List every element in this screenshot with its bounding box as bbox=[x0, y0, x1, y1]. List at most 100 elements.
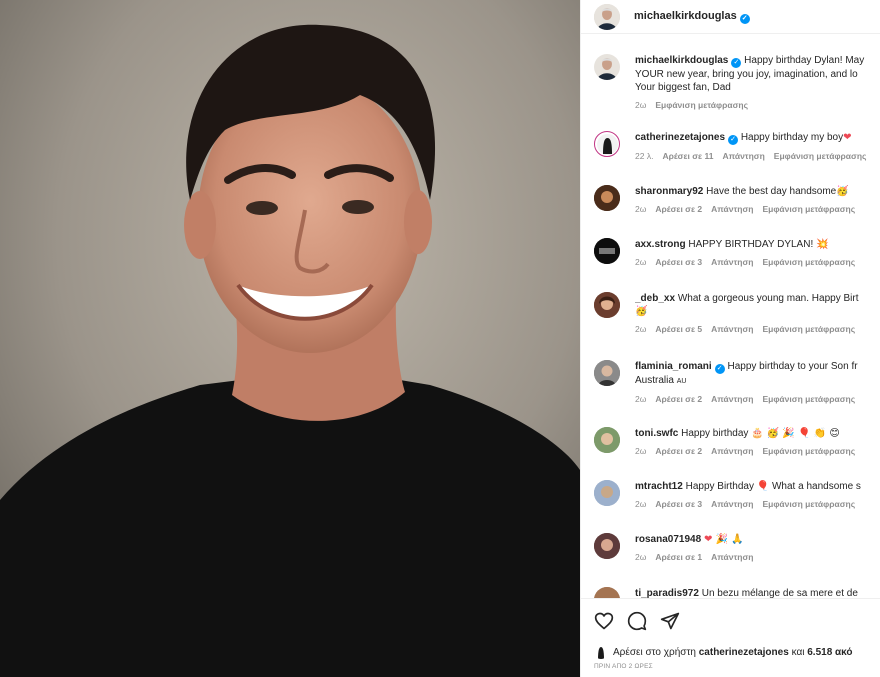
comment-username[interactable]: toni.swfc bbox=[635, 428, 678, 439]
collision-emoji: 💥 bbox=[816, 239, 829, 250]
reply-button[interactable]: Απάντηση bbox=[711, 499, 753, 509]
comment-item: _deb_xx What a gorgeous young man. Happy… bbox=[594, 292, 880, 334]
reply-button[interactable]: Απάντηση bbox=[711, 552, 753, 562]
see-translation-link[interactable]: Εμφάνιση μετάφρασης bbox=[762, 499, 855, 509]
party-face-emoji: 🥳 bbox=[836, 186, 849, 197]
comment-username[interactable]: mtracht12 bbox=[635, 481, 683, 492]
see-translation-link[interactable]: Εμφάνιση μετάφρασης bbox=[762, 446, 855, 456]
comment-item: axx.strong HAPPY BIRTHDAY DYLAN! 💥 2ω Αρέ… bbox=[594, 238, 880, 267]
comment-username[interactable]: _deb_xx bbox=[635, 293, 675, 304]
comment-likes-link[interactable]: Αρέσει σε 2 bbox=[655, 446, 702, 456]
likes-count[interactable]: 6.518 ακό bbox=[807, 647, 852, 658]
avatar-image bbox=[594, 3, 620, 30]
comment-likes-link[interactable]: Αρέσει σε 5 bbox=[655, 324, 702, 334]
comment-username[interactable]: rosana071948 bbox=[635, 534, 701, 545]
reply-button[interactable]: Απάντηση bbox=[711, 446, 753, 456]
reply-button[interactable]: Απάντηση bbox=[711, 394, 753, 404]
share-icon[interactable] bbox=[660, 611, 680, 631]
author-avatar[interactable] bbox=[594, 3, 620, 30]
balloon-emoji: 🎈 bbox=[756, 481, 770, 492]
avatar-image bbox=[594, 54, 620, 80]
post-photo[interactable] bbox=[0, 0, 580, 677]
commenter-avatar[interactable] bbox=[594, 533, 620, 559]
portrait-image bbox=[0, 0, 580, 677]
avatar-image bbox=[594, 185, 620, 211]
comment-text: ti_paradis972 Un bezu mélange de sa mere… bbox=[635, 588, 858, 598]
avatar-image bbox=[598, 647, 604, 659]
author-avatar-small[interactable] bbox=[594, 54, 620, 80]
comment-likes-link[interactable]: Αρέσει σε 1 bbox=[655, 552, 702, 562]
reply-button[interactable]: Απάντηση bbox=[711, 257, 753, 267]
see-translation-link[interactable]: Εμφάνιση μετάφρασης bbox=[762, 394, 855, 404]
comment-likes-link[interactable]: Αρέσει σε 2 bbox=[655, 394, 702, 404]
verified-badge-icon: ✓ bbox=[714, 364, 725, 374]
comment-item: toni.swfc Happy birthday 🎂 🥳 🎉 🎈 👏 😊 2ω Α… bbox=[594, 427, 880, 456]
comment-text: catherinezetajones ✓ Happy birthday my bo… bbox=[635, 132, 852, 145]
comment-text: rosana071948 ❤ 🎉 🙏 bbox=[635, 533, 880, 546]
see-translation-link[interactable]: Εμφάνιση μετάφρασης bbox=[762, 324, 855, 334]
comment-item: catherinezetajones ✓ Happy birthday my bo… bbox=[594, 131, 880, 161]
post-actions: Αρέσει στο χρήστη catherinezetajones και… bbox=[581, 598, 880, 677]
likes-summary[interactable]: Αρέσει στο χρήστη catherinezetajones και… bbox=[594, 645, 853, 659]
author-username[interactable]: michaelkirkdouglas ✓ bbox=[634, 10, 750, 24]
commenter-avatar[interactable] bbox=[594, 185, 620, 211]
comment-likes-link[interactable]: Αρέσει σε 3 bbox=[655, 499, 702, 509]
heart-icon[interactable] bbox=[594, 611, 614, 631]
comment-icon[interactable] bbox=[627, 611, 647, 631]
comment-item: flaminia_romani ✓ Happy birthday to your … bbox=[594, 360, 880, 404]
commenter-avatar[interactable] bbox=[594, 292, 620, 318]
comment-meta: 2ω Αρέσει σε 1 Απάντηση bbox=[635, 552, 754, 562]
comment-meta: 22 λ. Αρέσει σε 11 Απάντηση Εμφάνιση μετάφρ… bbox=[635, 151, 867, 161]
commenter-avatar[interactable] bbox=[594, 360, 620, 386]
commenter-avatar[interactable] bbox=[594, 238, 620, 264]
reply-button[interactable]: Απάντηση bbox=[711, 324, 753, 334]
liker-avatar bbox=[594, 645, 608, 659]
caption-line-1: michaelkirkdouglas ✓ Happy birthday Dylan… bbox=[635, 55, 865, 68]
comment-meta: 2ω Αρέσει σε 5 Απάντηση Εμφάνιση μετάφρασης bbox=[635, 324, 856, 334]
comment-likes-link[interactable]: Αρέσει σε 11 bbox=[662, 151, 713, 161]
avatar-image bbox=[594, 292, 620, 318]
comment-likes-link[interactable]: Αρέσει σε 3 bbox=[655, 257, 702, 267]
see-translation-link[interactable]: Εμφάνιση μετάφρασης bbox=[655, 100, 748, 110]
see-translation-link[interactable]: Εμφάνιση μετάφρασης bbox=[774, 151, 867, 161]
comments-list[interactable]: michaelkirkdouglas ✓ Happy birthday Dylan… bbox=[581, 42, 880, 598]
commenter-avatar[interactable] bbox=[594, 427, 620, 453]
comment-item: ti_paradis972 Un bezu mélange de sa mere… bbox=[594, 587, 880, 598]
comment-username[interactable]: sharonmary92 bbox=[635, 186, 703, 197]
comment-meta: 2ω Αρέσει σε 3 Απάντηση Εμφάνιση μετάφρασης bbox=[635, 499, 856, 509]
see-translation-link[interactable]: Εμφάνιση μετάφρασης bbox=[762, 257, 855, 267]
verified-badge-icon: ✓ bbox=[728, 135, 739, 145]
reply-button[interactable]: Απάντηση bbox=[711, 204, 753, 214]
comment-item: mtracht12 Happy Birthday 🎈 What a handso… bbox=[594, 480, 880, 509]
comment-text: flaminia_romani ✓ Happy birthday to your … bbox=[635, 361, 858, 374]
post-timestamp: ΠΡΙΝ ΑΠΟ 2 ΩΡΕΣ bbox=[594, 663, 653, 670]
comment-meta: 2ω Αρέσει σε 2 Απάντηση Εμφάνιση μετάφρασης bbox=[635, 394, 856, 404]
reaction-emojis: ❤ 🎉 🙏 bbox=[703, 534, 744, 545]
comment-text: mtracht12 Happy Birthday 🎈 What a handso… bbox=[635, 481, 861, 492]
see-translation-link[interactable]: Εμφάνιση μετάφρασης bbox=[762, 204, 855, 214]
post-header: michaelkirkdouglas ✓ bbox=[581, 0, 880, 34]
comment-likes-link[interactable]: Αρέσει σε 2 bbox=[655, 204, 702, 214]
avatar-image bbox=[594, 427, 620, 453]
comment-username[interactable]: ti_paradis972 bbox=[635, 588, 699, 598]
comment-username[interactable]: catherinezetajones bbox=[635, 132, 725, 143]
commenter-avatar[interactable] bbox=[594, 480, 620, 506]
comment-username[interactable]: axx.strong bbox=[635, 239, 686, 250]
comment-username[interactable]: flaminia_romani bbox=[635, 361, 712, 372]
comment-text-line2: 🥳 bbox=[635, 305, 880, 318]
reply-button[interactable]: Απάντηση bbox=[722, 151, 764, 161]
comment-text: sharonmary92 Have the best day handsome🥳 bbox=[635, 186, 849, 197]
avatar-image bbox=[594, 587, 620, 598]
avatar-image bbox=[594, 480, 620, 506]
birthday-emojis: 🎂 🥳 🎉 🎈 👏 😊 bbox=[751, 428, 840, 439]
party-face-emoji: 🥳 bbox=[635, 306, 648, 317]
avatar-image bbox=[596, 133, 618, 155]
commenter-avatar[interactable] bbox=[594, 587, 620, 598]
liker-username[interactable]: catherinezetajones bbox=[699, 647, 789, 658]
comment-text-line2: Australia AU bbox=[635, 375, 687, 386]
caption: michaelkirkdouglas ✓ Happy birthday Dylan… bbox=[594, 54, 880, 110]
commenter-avatar[interactable] bbox=[594, 131, 620, 157]
caption-username[interactable]: michaelkirkdouglas bbox=[635, 55, 728, 66]
verified-badge-icon: ✓ bbox=[731, 58, 742, 68]
australia-flag-icon: AU bbox=[676, 378, 687, 385]
